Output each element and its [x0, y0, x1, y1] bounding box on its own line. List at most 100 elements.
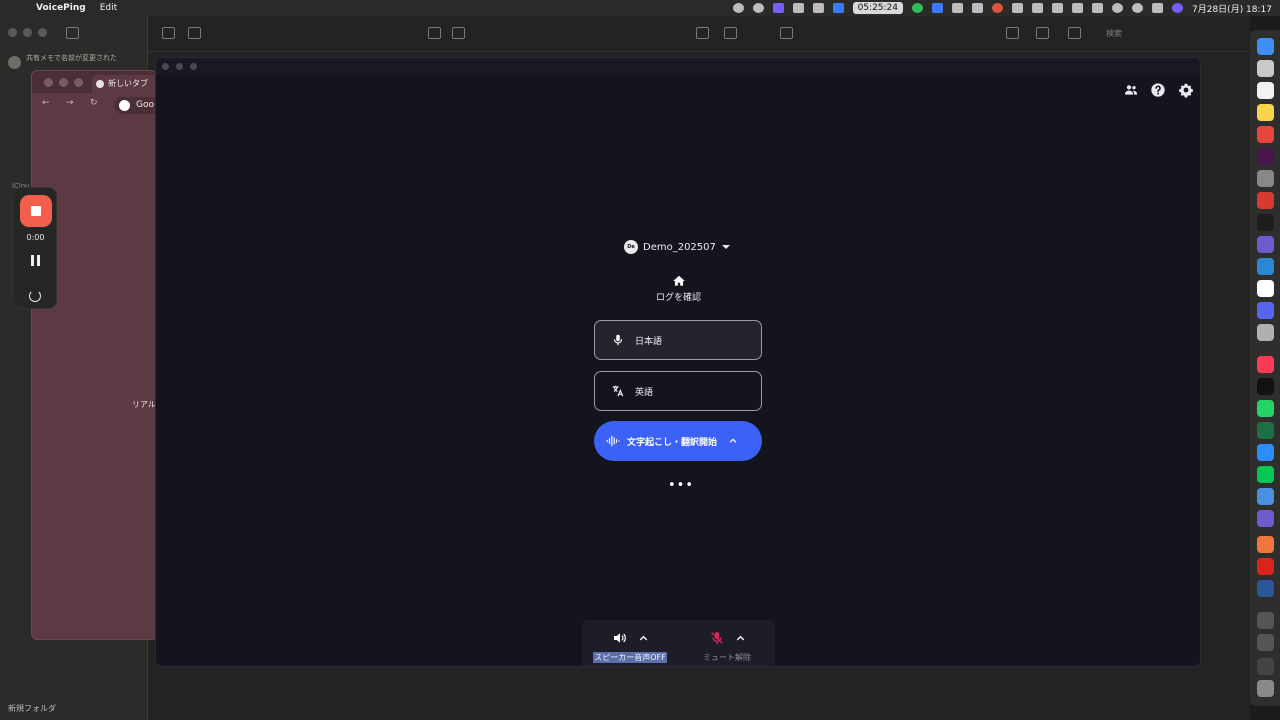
screen-share-icon[interactable]	[1257, 510, 1274, 527]
spotlight-icon[interactable]	[1132, 3, 1143, 13]
word-icon[interactable]	[1257, 580, 1274, 597]
acrobat-icon[interactable]	[1257, 558, 1274, 575]
tray-zoom-icon[interactable]	[932, 3, 943, 13]
room-selector[interactable]: De Demo_202507	[624, 238, 730, 256]
whatsapp-icon[interactable]	[1257, 400, 1274, 417]
status-tray: 05:25:24 7月28日(月) 18:17	[732, 0, 1272, 16]
stop-recording-button[interactable]	[20, 195, 52, 227]
finder-icon[interactable]	[1257, 38, 1274, 55]
avatar	[8, 56, 21, 69]
reload-icon[interactable]: ↻	[90, 98, 98, 108]
pause-icon[interactable]	[31, 255, 40, 266]
notes-icon[interactable]	[1257, 104, 1274, 121]
table-icon[interactable]	[724, 27, 737, 39]
tray-display2-icon[interactable]	[812, 3, 824, 13]
forward-icon[interactable]: →	[66, 98, 74, 108]
music-icon[interactable]	[1257, 356, 1274, 373]
browser-tab-new[interactable]: 新しいタブ	[92, 75, 156, 93]
notes-window-controls[interactable]	[8, 28, 47, 37]
tray-sun-icon[interactable]	[752, 3, 764, 13]
app-icon[interactable]	[1257, 488, 1274, 505]
share-icon[interactable]	[1068, 27, 1081, 39]
back-icon[interactable]: ←	[42, 98, 50, 108]
view-log-button[interactable]: ログを確認	[646, 274, 711, 303]
edit-menu[interactable]: Edit	[100, 3, 117, 13]
control-center-icon[interactable]	[1152, 3, 1163, 13]
siri-icon[interactable]	[1172, 3, 1183, 13]
help-dock-icon[interactable]	[1257, 612, 1274, 629]
voiceping-window-controls[interactable]	[162, 63, 197, 70]
compose-icon[interactable]	[452, 27, 465, 39]
launchpad-icon[interactable]	[1257, 60, 1274, 77]
settings-icon[interactable]	[1178, 82, 1194, 98]
tray-chat-icon[interactable]	[912, 3, 923, 13]
tray-input-icon[interactable]	[1072, 3, 1083, 13]
trash-icon[interactable]	[1257, 680, 1274, 697]
voiceping-dock-icon[interactable]	[1257, 236, 1274, 253]
tray-notion-icon[interactable]	[952, 3, 963, 13]
restart-icon[interactable]	[29, 290, 41, 302]
chevron-up-icon[interactable]	[728, 436, 738, 446]
system-settings-icon[interactable]	[1257, 170, 1274, 187]
mic-icon	[613, 334, 623, 346]
tray-cloud-icon[interactable]	[972, 3, 983, 13]
capcut-icon[interactable]	[1257, 378, 1274, 395]
tray-app-icon[interactable]	[732, 3, 744, 13]
start-transcription-button[interactable]: 文字起こし・翻訳開始	[594, 421, 762, 461]
help-dock-icon-2[interactable]	[1257, 634, 1274, 651]
tray-clipboard-icon[interactable]	[1032, 3, 1043, 13]
speaker-control[interactable]: スピーカー音声OFF	[582, 620, 678, 666]
members-icon[interactable]	[1123, 82, 1139, 98]
downloads-icon[interactable]	[1257, 658, 1274, 675]
battery-icon[interactable]	[1092, 3, 1103, 13]
browser-window-controls[interactable]	[44, 78, 83, 87]
slack-icon[interactable]	[1257, 148, 1274, 165]
speaker-icon[interactable]	[612, 630, 628, 646]
help-icon[interactable]	[1150, 82, 1166, 98]
tray-record-icon[interactable]	[992, 3, 1003, 13]
browser-nav-row: ← → ↻ Goo	[32, 93, 156, 117]
lock-icon[interactable]	[1036, 27, 1049, 39]
menubar-clock[interactable]: 7月28日(月) 18:17	[1192, 2, 1272, 15]
source-language-button[interactable]: 日本語	[594, 320, 762, 360]
new-folder-button[interactable]: 新規フォルダ	[8, 703, 56, 714]
mic-control[interactable]: ミュート解除	[679, 620, 775, 666]
terminal-icon[interactable]	[1257, 214, 1274, 231]
wifi-icon[interactable]	[1112, 3, 1123, 13]
tray-timer-icon[interactable]	[832, 3, 844, 13]
tray-clip-icon[interactable]	[1012, 3, 1023, 13]
list-view-icon[interactable]	[162, 27, 175, 39]
chevron-up-icon[interactable]	[638, 633, 649, 644]
chevron-up-icon[interactable]	[735, 633, 746, 644]
checklist-icon[interactable]	[696, 27, 709, 39]
voiceping-titlebar	[156, 58, 1200, 75]
notes-search-input[interactable]: 検索	[1090, 26, 1240, 42]
zoom-icon[interactable]	[1257, 444, 1274, 461]
media-icon[interactable]	[780, 27, 793, 39]
sidebar-toggle-icon[interactable]	[66, 27, 79, 39]
tray-box-icon[interactable]	[1052, 3, 1063, 13]
app-menu[interactable]: VoicePing	[36, 3, 86, 13]
address-bar[interactable]: Goo	[114, 97, 156, 114]
vscode-icon[interactable]	[1257, 258, 1274, 275]
trash-icon[interactable]	[428, 27, 441, 39]
collaborate-icon[interactable]	[1006, 27, 1019, 39]
gallery-view-icon[interactable]	[188, 27, 201, 39]
tray-display-icon[interactable]	[792, 3, 804, 13]
unmute-label: ミュート解除	[703, 653, 751, 662]
calendar-icon[interactable]	[1257, 82, 1274, 99]
preview-icon[interactable]	[1257, 324, 1274, 341]
chrome-icon[interactable]	[1257, 126, 1274, 143]
voiceping-window: De Demo_202507 ログを確認 日本語 英語 文字起こし・翻訳開始 •…	[155, 57, 1201, 667]
excel-icon[interactable]	[1257, 422, 1274, 439]
timer-readout[interactable]: 05:25:24	[852, 2, 903, 14]
claude-icon[interactable]	[1257, 536, 1274, 553]
mic-off-icon[interactable]	[709, 630, 725, 646]
database-icon[interactable]	[1257, 192, 1274, 209]
target-language-button[interactable]: 英語	[594, 371, 762, 411]
discord-icon[interactable]	[1257, 302, 1274, 319]
more-options-button[interactable]: •••	[668, 479, 693, 492]
line-icon[interactable]	[1257, 466, 1274, 483]
tray-voiceping-icon[interactable]	[772, 3, 784, 13]
notion-icon[interactable]	[1257, 280, 1274, 297]
